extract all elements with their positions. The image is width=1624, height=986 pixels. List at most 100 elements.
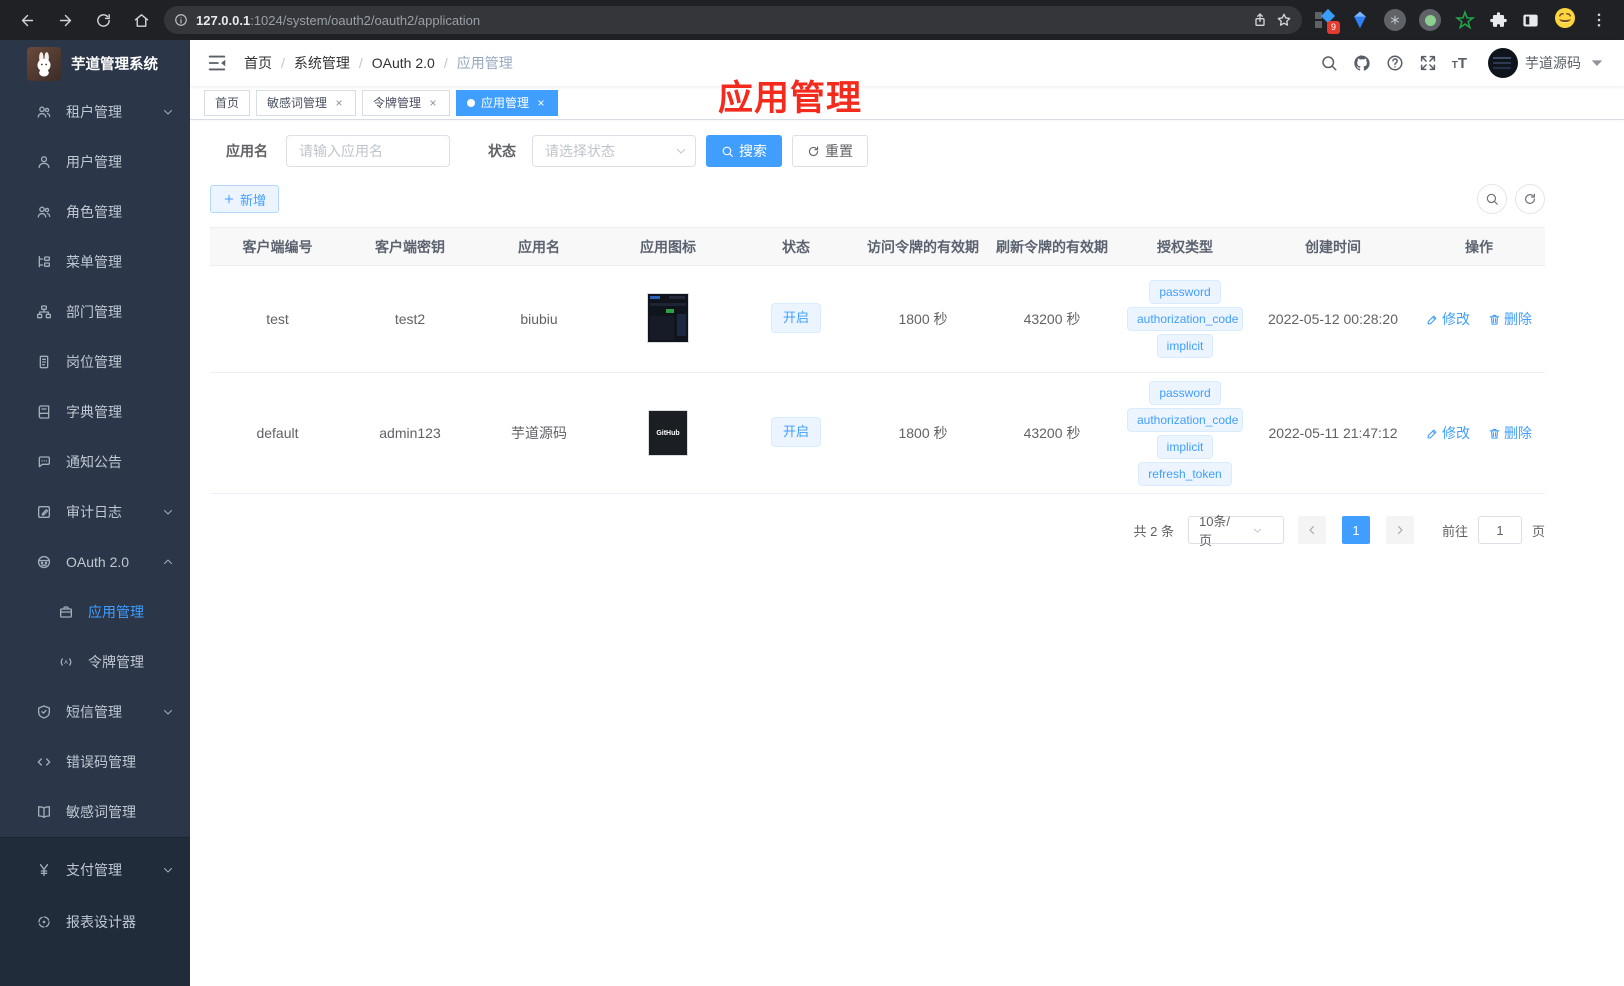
prev-page-button[interactable]	[1297, 516, 1326, 544]
col-access-token-validity: 访问令牌的有效期	[859, 227, 987, 266]
page-number-1[interactable]: 1	[1341, 516, 1370, 544]
cell-refresh-validity: 43200 秒	[987, 265, 1117, 373]
breadcrumb-system[interactable]: 系统管理	[294, 53, 350, 73]
sidebar-item-tenant[interactable]: 租户管理	[0, 87, 190, 137]
fullscreen-icon[interactable]	[1419, 54, 1437, 72]
user-menu[interactable]: 芋道源码	[1488, 48, 1606, 78]
cell-status: 开启	[733, 372, 859, 494]
col-client-secret: 客户端密钥	[345, 227, 475, 266]
edit-link[interactable]: 修改	[1426, 309, 1470, 329]
bookmark-star-icon[interactable]	[1276, 12, 1292, 28]
page-unit-label: 页	[1531, 523, 1545, 539]
delete-link[interactable]: 删除	[1488, 423, 1532, 443]
trash-icon	[1488, 313, 1501, 326]
extension-command-icon[interactable]	[1384, 9, 1406, 31]
extension-star-icon[interactable]	[1454, 9, 1476, 31]
forward-button[interactable]	[50, 5, 80, 35]
tab-token[interactable]: 令牌管理 ×	[362, 89, 451, 116]
extension-gem-icon[interactable]	[1349, 9, 1371, 31]
grant-type-tag: refresh_token	[1138, 461, 1232, 486]
extension-record-icon[interactable]	[1419, 9, 1441, 31]
post-icon	[36, 354, 52, 370]
close-icon[interactable]: ×	[427, 96, 439, 110]
github-icon[interactable]	[1353, 54, 1371, 72]
side-panel-icon[interactable]	[1521, 11, 1540, 30]
sidebar-item-notice[interactable]: 通知公告	[0, 437, 190, 487]
header-search-icon[interactable]	[1320, 54, 1338, 72]
refresh-table-button[interactable]	[1515, 184, 1545, 214]
extensions-puzzle-icon[interactable]	[1489, 11, 1508, 30]
browser-menu-icon[interactable]	[1590, 11, 1608, 29]
sidebar-item-oauth[interactable]: OAuth 2.0	[0, 537, 190, 587]
close-icon[interactable]: ×	[333, 96, 345, 110]
help-icon[interactable]	[1386, 54, 1404, 72]
extension-badge: 9	[1327, 21, 1340, 34]
sidebar-item-sms[interactable]: 短信管理	[0, 687, 190, 737]
next-page-button[interactable]	[1385, 516, 1414, 544]
app-name-input[interactable]	[286, 135, 450, 167]
site-info-icon[interactable]	[174, 13, 188, 27]
cell-actions: 修改 删除	[1413, 372, 1545, 494]
home-button[interactable]	[126, 5, 156, 35]
sidebar-item-label: 角色管理	[66, 204, 122, 220]
breadcrumb-oauth[interactable]: OAuth 2.0	[372, 55, 435, 71]
sidebar-item-label: 字典管理	[66, 404, 122, 420]
sidebar-item-label: 菜单管理	[66, 254, 122, 270]
sidebar-item-dict[interactable]: 字典管理	[0, 387, 190, 437]
edit-link[interactable]: 修改	[1426, 423, 1470, 443]
status-select[interactable]: 请选择状态	[532, 135, 696, 167]
svg-text:A: A	[64, 660, 68, 666]
sidebar-item-role[interactable]: 角色管理	[0, 187, 190, 237]
status-label: 状态	[488, 143, 516, 159]
toggle-search-button[interactable]	[1477, 184, 1507, 214]
tab-label: 敏感词管理	[267, 96, 328, 110]
add-button-label: 新增	[240, 192, 267, 208]
font-size-icon[interactable]: TT	[1452, 56, 1467, 71]
breadcrumb-home[interactable]: 首页	[244, 53, 272, 73]
sidebar-item-report-designer[interactable]: 报表设计器	[0, 896, 190, 948]
sidebar-item-post[interactable]: 岗位管理	[0, 337, 190, 387]
page-size-select[interactable]: 10条/页	[1187, 514, 1284, 548]
sidebar-item-sensitive-word[interactable]: 敏感词管理	[0, 787, 190, 837]
sidebar-item-label: 租户管理	[66, 104, 122, 120]
close-icon[interactable]: ×	[535, 96, 547, 110]
shield-icon	[36, 704, 52, 720]
chevron-down-icon	[162, 706, 174, 718]
search-button[interactable]: 搜索	[706, 135, 782, 167]
address-bar[interactable]: 127.0.0.1:1024/system/oauth2/oauth2/appl…	[164, 6, 1302, 34]
extension-diamond-icon[interactable]: 9	[1314, 8, 1340, 34]
sidebar-collapse-icon[interactable]	[206, 52, 228, 74]
goto-page-input[interactable]	[1477, 516, 1522, 544]
sidebar-item-audit-log[interactable]: 审计日志	[0, 487, 190, 537]
add-button[interactable]: 新增	[210, 185, 280, 213]
tab-application[interactable]: 应用管理 ×	[456, 89, 559, 116]
cell-grant-types: password authorization_code implicit ref…	[1117, 372, 1253, 494]
sidebar-item-label: 短信管理	[66, 704, 122, 720]
delete-link[interactable]: 删除	[1488, 309, 1532, 329]
chevron-down-icon	[162, 864, 174, 876]
github-wordmark: GitHub	[656, 429, 680, 437]
sidebar-item-label: 错误码管理	[66, 754, 136, 770]
sidebar-item-dept[interactable]: 部门管理	[0, 287, 190, 337]
forward-icon	[57, 12, 74, 29]
app-logo[interactable]: 芋道管理系统	[0, 40, 190, 87]
col-created-at: 创建时间	[1253, 227, 1413, 266]
tab-sensitive-word[interactable]: 敏感词管理 ×	[256, 89, 357, 116]
goto-label: 前往	[1441, 523, 1468, 539]
reload-button[interactable]	[88, 5, 118, 35]
share-icon[interactable]	[1252, 12, 1268, 28]
cell-actions: 修改 删除	[1413, 265, 1545, 373]
back-button[interactable]	[12, 5, 42, 35]
sidebar-item-user[interactable]: 用户管理	[0, 137, 190, 187]
tab-home[interactable]: 首页	[204, 89, 251, 116]
sidebar-item-oauth-application[interactable]: 应用管理	[0, 587, 190, 637]
sidebar-item-oauth-token[interactable]: A 令牌管理	[0, 637, 190, 687]
page-content: 应用名 状态 请选择状态 搜索 重置	[190, 120, 1624, 986]
sidebar-item-error-code[interactable]: 错误码管理	[0, 737, 190, 787]
sidebar-item-menu[interactable]: 菜单管理	[0, 237, 190, 287]
sidebar-item-pay[interactable]: 支付管理	[0, 844, 190, 896]
reset-button[interactable]: 重置	[792, 135, 868, 167]
trash-icon	[1488, 427, 1501, 440]
profile-avatar[interactable]	[1553, 6, 1577, 35]
sidebar-item-label: 部门管理	[66, 304, 122, 320]
